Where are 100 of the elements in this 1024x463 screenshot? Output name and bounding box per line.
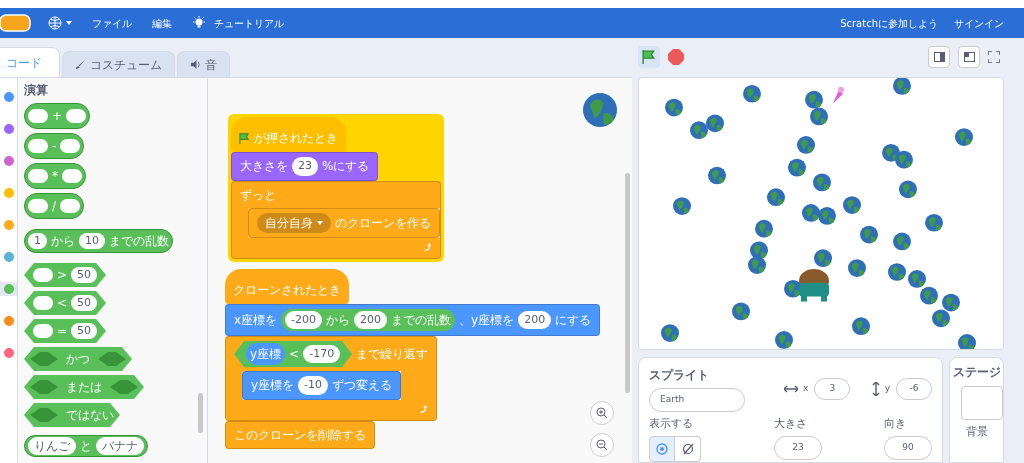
scrollbar[interactable] (198, 393, 203, 433)
number-input[interactable]: 23 (292, 157, 318, 176)
empty-slot[interactable] (33, 296, 53, 310)
show-button[interactable] (649, 436, 675, 462)
text-input[interactable]: バナナ (96, 437, 144, 455)
block-text: 大きさを (240, 158, 288, 176)
fullscreen-icon[interactable] (988, 51, 1000, 64)
block-text: ずっと (240, 186, 276, 204)
layout-button[interactable] (928, 46, 950, 69)
stack-block[interactable]: 大きさを 23 %にする (231, 152, 379, 181)
field-label: 表示する (649, 415, 694, 432)
sprite-thumbnail-icon (582, 92, 618, 128)
number-input[interactable]: 10 (79, 232, 105, 250)
block-text: または (66, 379, 102, 396)
number-input[interactable]: 1 (28, 232, 47, 250)
stack-block[interactable]: x座標を -200 から 200 までの乱数 、y座標を 200 にする (225, 303, 601, 336)
field-label: 向き (884, 415, 907, 432)
empty-slot[interactable] (28, 139, 48, 153)
zoom-out-button[interactable] (590, 433, 614, 457)
block-text: このクローンを削除する (234, 426, 366, 444)
block-text: / (52, 198, 57, 215)
backdrop-thumbnail[interactable] (961, 385, 1003, 420)
empty-slot[interactable] (62, 169, 82, 183)
reporter-block[interactable]: りんご と バナナ (24, 435, 148, 457)
reporter-block[interactable]: -200 から 200 までの乱数 (281, 308, 456, 331)
field-label: 大きさ (774, 415, 808, 432)
reporter-block[interactable]: 1 から 10 までの乱数 (24, 229, 173, 253)
block-text: までの乱数 (391, 311, 452, 329)
layout-button[interactable] (958, 46, 980, 69)
menu-item[interactable]: 編集 (152, 15, 172, 31)
block-text: < (57, 295, 68, 312)
boolean-block[interactable]: = 50 (24, 319, 107, 343)
empty-slot[interactable] (30, 380, 58, 394)
small-stage-icon (933, 52, 945, 63)
sign-in-link[interactable]: サインイン (954, 15, 1004, 31)
empty-slot[interactable] (28, 109, 48, 123)
empty-slot[interactable] (28, 199, 48, 213)
run-flag-button[interactable] (638, 46, 660, 69)
field-label: スプライト (649, 366, 710, 384)
loop-arrow-icon (423, 243, 432, 252)
empty-slot[interactable] (33, 324, 53, 338)
c-block[interactable]: y座標 < -170 まで繰り返す y座標を -10 ずつ変える (225, 336, 438, 421)
number-input[interactable]: 50 (71, 266, 98, 284)
caret-icon (317, 220, 323, 225)
tab[interactable]: 音 (177, 51, 230, 77)
stop-icon[interactable] (668, 49, 684, 66)
empty-slot[interactable] (98, 352, 126, 366)
empty-slot[interactable] (33, 268, 53, 282)
block-text: が押されたとき (254, 130, 338, 147)
menu-item[interactable]: ファイル (92, 15, 132, 31)
logo-icon[interactable] (0, 14, 32, 32)
number-input[interactable]: 200 (354, 310, 388, 329)
stack-block[interactable]: y座標を -10 ずつ変える (242, 371, 402, 400)
block-text: クローンされたとき (233, 281, 341, 299)
empty-slot[interactable] (30, 408, 58, 422)
number-input[interactable]: 50 (71, 294, 98, 312)
block-text: にする (555, 311, 592, 329)
empty-slot[interactable] (60, 199, 81, 213)
block-text: - (52, 138, 57, 155)
boolean-reporter[interactable]: y座標 < -170 (234, 341, 353, 367)
zoom-in-button[interactable] (590, 401, 614, 425)
number-input[interactable]: 50 (71, 322, 98, 340)
block-text: > (57, 267, 68, 284)
empty-slot[interactable] (66, 109, 87, 123)
number-input[interactable]: -170 (303, 344, 341, 364)
brush-icon (75, 59, 86, 70)
empty-slot[interactable] (30, 352, 58, 366)
field-label: x (803, 381, 809, 395)
number-input[interactable]: -10 (298, 376, 329, 395)
number-input[interactable]: -200 (285, 310, 323, 329)
text-input[interactable]: りんご (28, 437, 76, 455)
speaker-icon (190, 59, 201, 70)
large-stage-icon (963, 52, 975, 63)
field-label: y (884, 381, 890, 395)
empty-slot[interactable] (110, 380, 138, 394)
block-text: y座標を (251, 377, 295, 395)
tab[interactable]: コスチューム (62, 51, 175, 77)
caret-icon (66, 21, 72, 25)
zoom-in-icon (596, 407, 608, 419)
boolean-block[interactable]: < 50 (24, 291, 107, 315)
boolean-block[interactable]: > 50 (24, 263, 107, 287)
menu-item[interactable]: チュートリアル (214, 15, 284, 31)
flag-icon (642, 50, 656, 65)
empty-slot[interactable] (28, 169, 48, 183)
join-link[interactable]: Scratchに参加しよう (840, 15, 938, 31)
block-text: < (289, 346, 300, 363)
loop-arrow-icon (419, 405, 429, 414)
globe-icon[interactable] (48, 16, 62, 30)
empty-slot[interactable] (60, 139, 81, 153)
category-title: 演算 (24, 82, 49, 99)
number-input[interactable]: 200 (518, 310, 552, 329)
block-text: = (57, 323, 68, 340)
hide-button[interactable] (675, 436, 701, 462)
block-text: %にする (322, 158, 370, 176)
block-text: のクローンを作る (335, 214, 431, 232)
block-text: かつ (66, 351, 90, 368)
block-text: までの乱数 (109, 233, 169, 250)
scrollbar[interactable] (625, 173, 630, 393)
field-label: 背景 (965, 423, 988, 440)
running-script-glow[interactable]: が押されたとき 大きさを 23 %にする ずっと 自分自身 のクローンを作る (228, 114, 444, 262)
